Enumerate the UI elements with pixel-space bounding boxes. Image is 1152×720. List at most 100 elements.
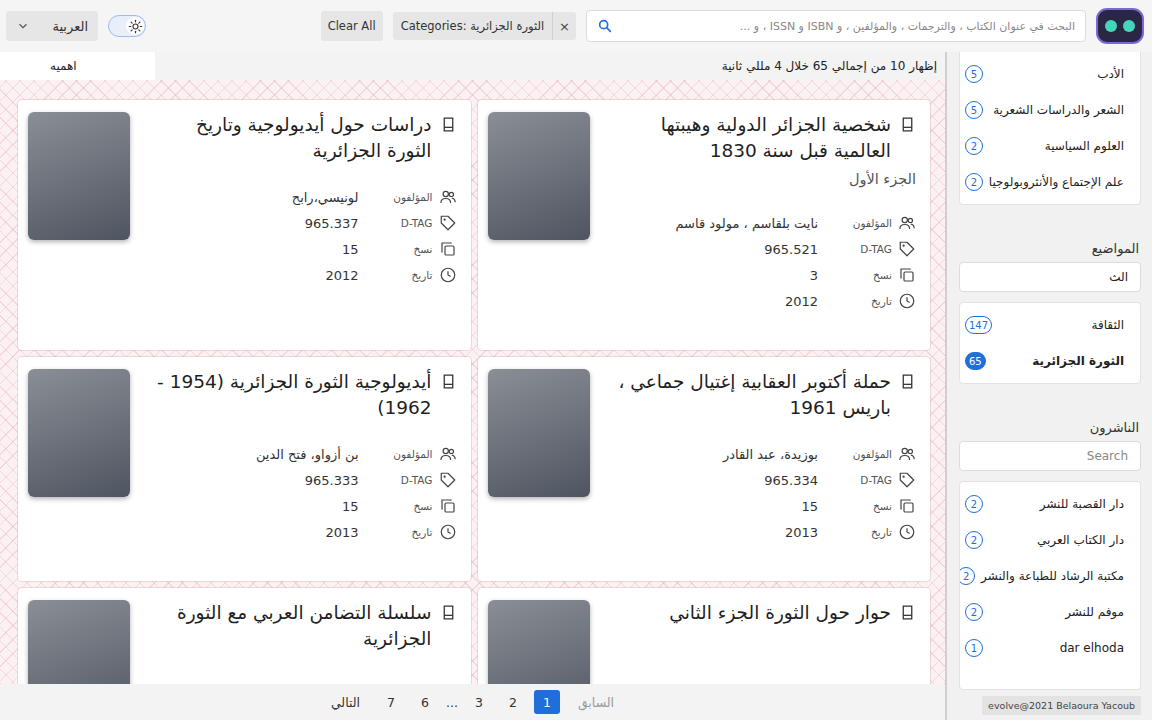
- field-label-group: D-TAG: [367, 214, 457, 232]
- category-item[interactable]: الشعر والدراسات الشعرية 5: [960, 92, 1140, 128]
- book-info: حوار حول الثورة الجزء الثاني: [608, 600, 917, 684]
- people-icon: [898, 214, 916, 232]
- book-title[interactable]: حوار حول الثورة الجزء الثاني: [669, 600, 891, 626]
- field-label-group: المؤلفون: [367, 188, 457, 206]
- book-card[interactable]: شخصية الجزائر الدولية وهيبتها العالمية ق…: [478, 100, 931, 350]
- field-label-group: تاريخ: [826, 523, 916, 541]
- page-body: الأدب 5الشعر والدراسات الشعرية 5العلوم ا…: [0, 52, 1152, 720]
- book-card[interactable]: سلسلة التضامن العربي مع الثورة الجزائرية: [18, 588, 471, 684]
- clear-all-button[interactable]: Clear All: [321, 11, 383, 41]
- publisher-item[interactable]: دار القصبة للنشر 2: [960, 486, 1140, 522]
- facet-label: مكتبة الرشاد للطباعة والنشر: [981, 569, 1124, 583]
- facet-label: الثورة الجزائرية: [1032, 354, 1124, 368]
- people-icon: [439, 445, 457, 463]
- category-item[interactable]: العلوم السياسية 2: [960, 128, 1140, 164]
- book-fields: المؤلفون بوزيدة، عبد القادر D-TAG 965.33…: [608, 441, 917, 545]
- book-title[interactable]: أيديولوجية الثورة الجزائرية (1954 - 1962…: [148, 369, 432, 421]
- field-value: 2012: [785, 294, 818, 309]
- facet-label: علم الإجتماع والأنثروبولوجيا: [989, 175, 1124, 189]
- logo-icon[interactable]: [1096, 8, 1144, 44]
- publisher-item[interactable]: موفم للنشر 2: [960, 594, 1140, 630]
- page-button[interactable]: 7: [378, 690, 404, 714]
- sort-select[interactable]: اهميه: [0, 52, 155, 80]
- book-info: دراسات حول أيديولوجية وتاريخ الثورة الجز…: [148, 112, 457, 314]
- publisher-item[interactable]: مكتبة الرشاد للطباعة والنشر 2: [960, 558, 1140, 594]
- book-title[interactable]: حملة أكتوبر العقابية إغتيال جماعي ، باري…: [608, 369, 892, 421]
- page-button[interactable]: 2: [500, 690, 526, 714]
- search-icon[interactable]: [597, 18, 613, 34]
- field-label: نسخ: [413, 243, 432, 255]
- field-value: لونيسي،رابح: [292, 190, 359, 205]
- count-badge: 5: [965, 65, 983, 83]
- topic-item[interactable]: الثورة الجزائرية 65: [960, 343, 1140, 379]
- page-button[interactable]: 1: [534, 690, 560, 714]
- page-button[interactable]: 3: [466, 690, 492, 714]
- book-cover[interactable]: [28, 112, 130, 240]
- publisher-item[interactable]: dar elhoda 1: [960, 630, 1140, 666]
- book-icon: [440, 604, 457, 621]
- field-label: تاريخ: [871, 526, 892, 538]
- book-field: D-TAG 965.334: [608, 467, 917, 493]
- book-cover[interactable]: [488, 369, 590, 497]
- book-info: أيديولوجية الثورة الجزائرية (1954 - 1962…: [148, 369, 457, 545]
- book-cover[interactable]: [28, 600, 130, 684]
- topics-search-input[interactable]: [959, 262, 1141, 292]
- book-field: المؤلفون بن أزواو، فتح الدين: [148, 441, 457, 467]
- book-info: حملة أكتوبر العقابية إغتيال جماعي ، باري…: [608, 369, 917, 545]
- book-field: D-TAG 965.333: [148, 467, 457, 493]
- field-label-group: D-TAG: [826, 240, 916, 258]
- publisher-item[interactable]: دار الكتاب العربي 2: [960, 522, 1140, 558]
- theme-toggle[interactable]: [108, 15, 146, 37]
- tag-icon: [439, 471, 457, 489]
- book-fields: المؤلفون نايت بلقاسم ، مولود قاسم D-TAG …: [608, 210, 917, 314]
- publishers-search-input[interactable]: [959, 441, 1141, 471]
- category-item[interactable]: علم الإجتماع والأنثروبولوجيا 2: [960, 164, 1140, 200]
- book-card[interactable]: حوار حول الثورة الجزء الثاني: [478, 588, 931, 684]
- field-value: نايت بلقاسم ، مولود قاسم: [675, 216, 818, 231]
- count-badge: 2: [965, 603, 983, 621]
- search-input[interactable]: [621, 11, 1085, 41]
- book-title[interactable]: شخصية الجزائر الدولية وهيبتها العالمية ق…: [608, 112, 892, 164]
- book-field: المؤلفون بوزيدة، عبد القادر: [608, 441, 917, 467]
- field-value: 15: [801, 499, 818, 514]
- field-label: نسخ: [873, 500, 892, 512]
- category-item[interactable]: الأدب 5: [960, 56, 1140, 92]
- book-title[interactable]: دراسات حول أيديولوجية وتاريخ الثورة الجز…: [148, 112, 432, 164]
- results-summary: إظهار 10 من إجمالي 65 خلال 4 مللي ثانية: [722, 59, 937, 73]
- book-field: المؤلفون نايت بلقاسم ، مولود قاسم: [608, 210, 917, 236]
- field-value: 965.333: [305, 473, 359, 488]
- book-cover[interactable]: [28, 369, 130, 497]
- book-cover[interactable]: [488, 600, 590, 684]
- field-label-group: D-TAG: [826, 471, 916, 489]
- field-label-group: نسخ: [367, 497, 457, 515]
- filter-chip: × Categories: الثورة الجزائرية: [393, 12, 576, 40]
- footer-credit: evolve@2021 Belaoura Yacoub: [982, 696, 1141, 715]
- book-card[interactable]: أيديولوجية الثورة الجزائرية (1954 - 1962…: [18, 357, 471, 581]
- book-icon: [899, 604, 916, 621]
- copy-icon: [439, 497, 457, 515]
- publishers-title: الناشرون: [959, 420, 1139, 435]
- book-title[interactable]: سلسلة التضامن العربي مع الثورة الجزائرية: [148, 600, 432, 652]
- chip-remove-button[interactable]: ×: [552, 12, 576, 40]
- book-card[interactable]: حملة أكتوبر العقابية إغتيال جماعي ، باري…: [478, 357, 931, 581]
- book-title-row: أيديولوجية الثورة الجزائرية (1954 - 1962…: [148, 369, 457, 421]
- next-page-button[interactable]: التالي: [321, 690, 370, 714]
- book-card[interactable]: دراسات حول أيديولوجية وتاريخ الثورة الجز…: [18, 100, 471, 350]
- copy-icon: [439, 240, 457, 258]
- facet-label: dar elhoda: [1060, 641, 1124, 655]
- book-cover[interactable]: [488, 112, 590, 240]
- book-icon: [440, 116, 457, 133]
- book-title-row: دراسات حول أيديولوجية وتاريخ الثورة الجز…: [148, 112, 457, 164]
- book-field: تاريخ 2012: [148, 262, 457, 288]
- people-icon: [898, 445, 916, 463]
- page-button[interactable]: 6: [412, 690, 438, 714]
- tag-icon: [898, 471, 916, 489]
- language-select[interactable]: العربية: [6, 11, 98, 41]
- book-field: نسخ 3: [608, 262, 917, 288]
- field-label: D-TAG: [401, 474, 433, 486]
- topic-item[interactable]: الثقافة 147: [960, 307, 1140, 343]
- prev-page-button[interactable]: السابق: [568, 690, 624, 714]
- book-info: شخصية الجزائر الدولية وهيبتها العالمية ق…: [608, 112, 917, 314]
- book-field: المؤلفون لونيسي،رابح: [148, 184, 457, 210]
- field-label-group: تاريخ: [826, 292, 916, 310]
